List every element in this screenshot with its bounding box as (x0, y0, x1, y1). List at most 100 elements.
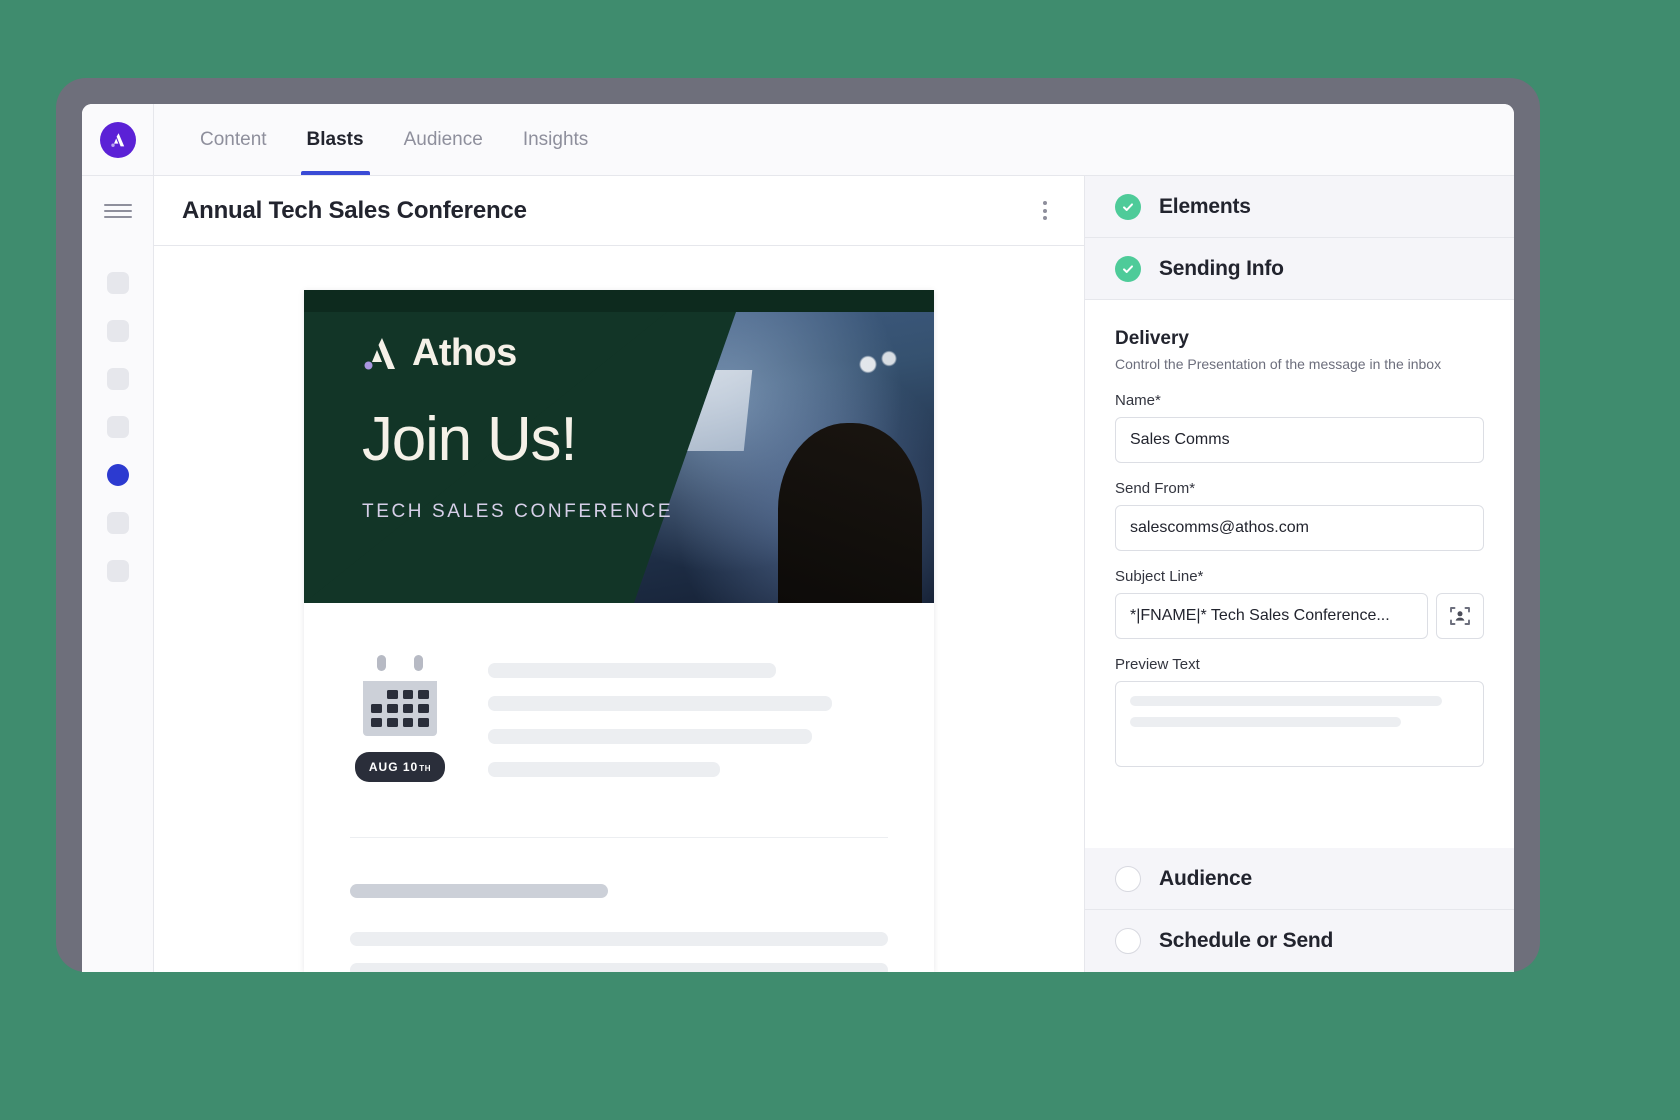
personalization-scan-icon[interactable] (1436, 593, 1484, 639)
tab-content-label: Content (200, 128, 267, 150)
subject-line-group (1115, 593, 1484, 639)
calendar-cell (418, 718, 429, 727)
name-label: Name* (1115, 392, 1161, 409)
accordion-schedule-label: Schedule or Send (1159, 929, 1334, 952)
check-circle-icon (1115, 255, 1141, 282)
checkmark-icon (1123, 264, 1133, 273)
app-body: Annual Tech Sales Conference Athos Join … (82, 176, 1514, 972)
accordion-elements-label: Elements (1159, 194, 1251, 218)
calendar-cell (418, 704, 429, 713)
page-title: Annual Tech Sales Conference (182, 196, 527, 224)
empty-circle-icon (1115, 928, 1141, 954)
checkmark-icon (1123, 202, 1133, 211)
brand-logo-cell[interactable] (82, 104, 154, 175)
left-rail (82, 176, 154, 972)
athos-mark-svg (110, 132, 124, 147)
check-circle-icon (1115, 193, 1141, 220)
calendar-rings (363, 655, 437, 671)
personalization-scan-svg (1450, 607, 1470, 625)
calendar-cell (386, 718, 398, 727)
calendar-date-grid (363, 681, 437, 736)
delivery-description: Control the Presentation of the message … (1115, 356, 1442, 372)
event-date-text: AUG 10 (368, 760, 419, 774)
accordion-sending-info-label: Sending Info (1159, 256, 1284, 280)
event-date-ordinal: TH (419, 764, 432, 773)
tab-insights[interactable]: Insights (503, 104, 608, 175)
calendar-cell (402, 704, 414, 713)
calendar-cell (386, 690, 398, 699)
preview-placeholder-line (1130, 696, 1442, 706)
calendar-cell (402, 718, 414, 727)
text-placeholder-line (488, 696, 832, 711)
text-placeholder-line (350, 932, 888, 946)
rail-step-7[interactable] (106, 560, 129, 582)
field-name: Name* (1115, 392, 1484, 463)
preview-placeholder-line (1130, 717, 1402, 727)
email-preview-card[interactable]: Athos Join Us! TECH SALES CONFERENCE AUG… (304, 290, 934, 972)
tab-insights-label: Insights (522, 128, 589, 150)
text-placeholder-line (488, 729, 812, 744)
canvas-header: Annual Tech Sales Conference (154, 176, 1084, 246)
calendar-ring (414, 655, 423, 671)
calendar-cell (402, 690, 414, 699)
email-lower-section (304, 838, 934, 972)
rail-step-5-active[interactable] (106, 464, 129, 486)
preview-text-label: Preview Text (1115, 656, 1200, 673)
kebab-menu-icon[interactable] (1028, 194, 1062, 228)
hamburger-menu-icon[interactable] (82, 176, 153, 246)
device-frame: Content Blasts Audience Insights Annual … (56, 78, 1540, 972)
top-navigation-bar: Content Blasts Audience Insights (82, 104, 1514, 176)
rail-step-2[interactable] (106, 320, 129, 342)
rail-step-6[interactable] (106, 512, 129, 534)
email-body-row: AUG 10 TH (350, 651, 888, 795)
right-settings-panel: Elements Sending Info Delivery Control t… (1084, 176, 1514, 972)
calendar-cell (418, 690, 429, 699)
accordion-sending-info[interactable]: Sending Info (1085, 238, 1514, 300)
hamburger-line (103, 209, 132, 213)
delivery-title: Delivery (1115, 328, 1189, 349)
email-body: AUG 10 TH (304, 603, 934, 838)
calendar-cell (386, 704, 398, 713)
canvas-scroll-area[interactable]: Athos Join Us! TECH SALES CONFERENCE AUG… (154, 246, 1084, 972)
calendar-cell (371, 718, 382, 727)
email-hero: Athos Join Us! TECH SALES CONFERENCE (304, 290, 934, 603)
accordion-schedule-or-send[interactable]: Schedule or Send (1085, 910, 1514, 972)
rail-step-list (106, 272, 129, 582)
event-date-badge: AUG 10 TH (354, 752, 446, 782)
hamburger-line (103, 215, 132, 219)
tab-audience[interactable]: Audience (384, 104, 503, 175)
send-from-input[interactable] (1115, 505, 1484, 551)
nav-tabs: Content Blasts Audience Insights (154, 104, 608, 175)
accordion-audience-label: Audience (1159, 866, 1252, 890)
kebab-dot (1043, 201, 1047, 205)
hamburger-line (103, 203, 132, 207)
kebab-dot (1043, 208, 1047, 213)
text-placeholder-line (488, 663, 776, 678)
rail-step-4[interactable] (106, 416, 129, 438)
calendar-cell-blank (371, 690, 382, 699)
subject-line-input[interactable] (1115, 593, 1428, 639)
text-placeholder-line (350, 963, 888, 972)
email-logo-text: Athos (412, 332, 517, 374)
calendar-block: AUG 10 TH (350, 651, 450, 782)
field-subject-line: Subject Line* (1115, 568, 1484, 639)
kebab-dot (1043, 216, 1047, 220)
empty-circle-icon (1115, 865, 1141, 892)
athos-logo-icon (99, 121, 136, 158)
canvas-column: Annual Tech Sales Conference Athos Join … (154, 176, 1084, 972)
field-send-from: Send From* (1115, 480, 1484, 551)
tab-blasts[interactable]: Blasts (287, 104, 384, 175)
accordion-audience[interactable]: Audience (1085, 848, 1514, 910)
text-placeholder-line (488, 762, 720, 777)
send-from-label: Send From* (1115, 480, 1196, 497)
accordion-elements[interactable]: Elements (1085, 176, 1514, 238)
preview-text-input[interactable] (1115, 681, 1484, 767)
name-input[interactable] (1115, 417, 1484, 463)
heading-placeholder (350, 884, 609, 898)
calendar-ring (377, 655, 386, 671)
rail-step-1[interactable] (106, 272, 129, 294)
subject-line-label: Subject Line* (1115, 568, 1204, 585)
email-logo-row: Athos (362, 332, 934, 375)
rail-step-3[interactable] (106, 368, 129, 390)
tab-content[interactable]: Content (180, 104, 287, 175)
